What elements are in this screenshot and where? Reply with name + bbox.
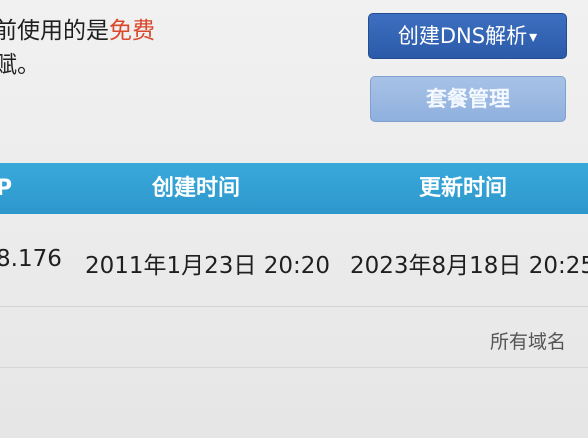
table-row: 8.176 2011年1月23日 20:20 2023年8月18日 20:25 [0,214,588,307]
notice-line-2: 赋。 [0,52,40,78]
all-domains-link[interactable]: 所有域名 [490,327,566,354]
cell-updated-time: 2023年8月18日 20:25 [350,253,588,279]
create-dns-button[interactable]: 创建DNS解析 ▾ [368,13,567,59]
chevron-down-icon: ▾ [529,27,538,46]
table-footer: 所有域名 [0,307,588,368]
create-dns-label: 创建DNS解析 [397,24,528,48]
notice-line-1: 前使用的是免费 [0,14,155,48]
plan-management-button[interactable]: 套餐管理 [370,76,566,122]
plan-notice: 前使用的是免费 赋。 [0,14,155,82]
cell-ip: 8.176 [0,246,62,272]
notice-prefix: 前使用的是 [0,18,109,44]
table-header: P 创建时间 更新时间 [0,163,588,214]
column-header-created: 创建时间 [152,176,241,201]
free-plan-label: 免费 [109,18,155,44]
dns-management-page: 前使用的是免费 赋。 创建DNS解析 ▾ 套餐管理 P 创建时间 更新时间 8.1… [0,0,588,438]
column-header-updated: 更新时间 [419,176,508,201]
plan-management-label: 套餐管理 [426,87,510,111]
column-header-ip: P [0,176,13,201]
cell-created-time: 2011年1月23日 20:20 [85,253,331,279]
